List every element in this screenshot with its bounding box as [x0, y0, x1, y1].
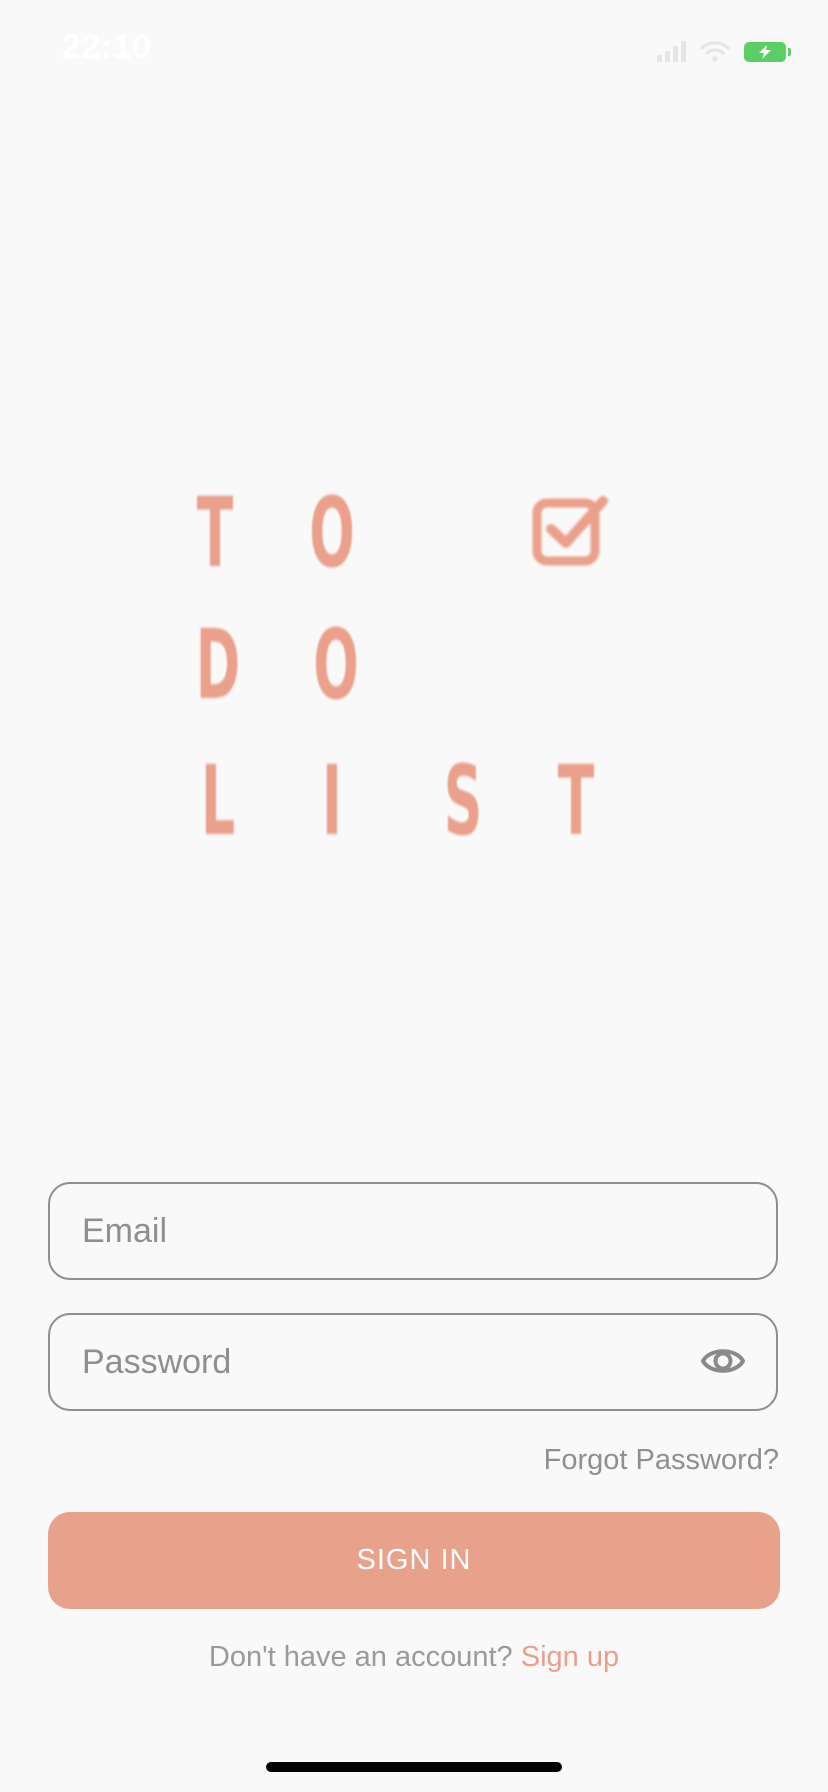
status-time: 22:10 — [62, 28, 152, 66]
eye-icon[interactable] — [700, 1343, 746, 1379]
email-field[interactable] — [48, 1182, 778, 1280]
checkbox-checked-icon — [532, 496, 608, 566]
logo-letter-t-2: T — [557, 745, 595, 857]
sign-in-button[interactable]: SIGN IN — [48, 1512, 780, 1609]
charging-bolt-icon — [759, 45, 771, 59]
cellular-signal-icon — [657, 40, 686, 62]
wifi-icon — [700, 41, 730, 62]
logo-letter-t: T — [196, 477, 234, 589]
sign-up-link[interactable]: Sign up — [521, 1641, 619, 1673]
logo-letter-o-2: O — [313, 609, 359, 721]
home-indicator[interactable] — [266, 1762, 562, 1772]
logo-letter-d: D — [195, 609, 241, 721]
battery-icon — [744, 42, 791, 62]
status-icons — [657, 36, 791, 62]
todo-list-logo: T O D O L I S T — [190, 470, 630, 860]
forgot-password-link[interactable]: Forgot Password? — [544, 1444, 779, 1477]
status-bar: 22:10 — [0, 0, 828, 100]
logo-letter-l: L — [200, 745, 236, 857]
logo-letter-i: I — [322, 745, 342, 857]
signup-prompt: Don't have an account? Sign up — [0, 1641, 828, 1674]
logo-letter-o: O — [309, 477, 355, 589]
email-input[interactable] — [82, 1184, 682, 1278]
password-input[interactable] — [82, 1315, 682, 1409]
logo-letter-s: S — [443, 745, 483, 857]
password-field[interactable] — [48, 1313, 778, 1411]
no-account-text: Don't have an account? — [208, 1641, 521, 1673]
